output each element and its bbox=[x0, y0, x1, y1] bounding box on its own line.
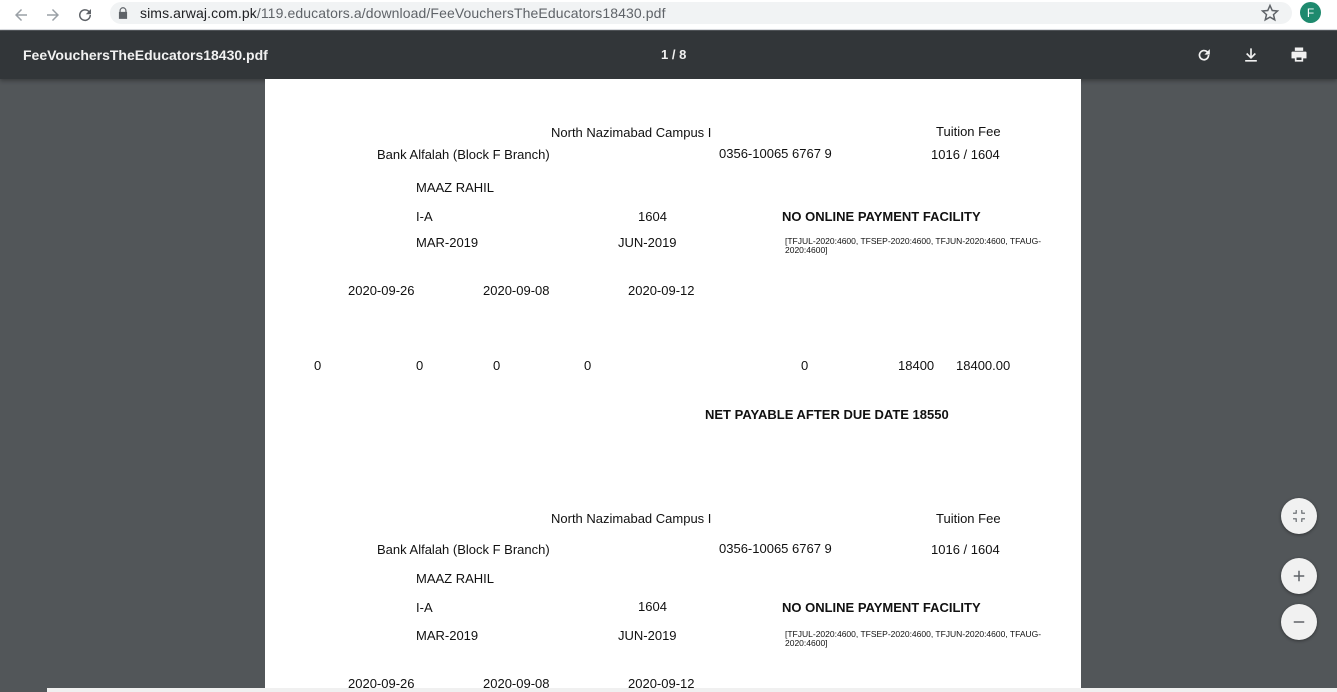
back-button[interactable] bbox=[9, 3, 33, 27]
student-id: 1604 bbox=[638, 209, 667, 224]
minus-icon bbox=[1293, 621, 1305, 623]
reload-button[interactable] bbox=[73, 3, 97, 27]
campus-name: North Nazimabad Campus I bbox=[551, 511, 712, 526]
voucher-ref: 1016 / 1604 bbox=[931, 147, 1000, 162]
print-icon bbox=[1291, 47, 1307, 62]
forward-button[interactable] bbox=[41, 3, 65, 27]
to-month: JUN-2019 bbox=[618, 628, 677, 643]
from-month: MAR-2019 bbox=[416, 235, 479, 250]
fee-type: Tuition Fee bbox=[936, 511, 1001, 526]
online-payment-notice: NO ONLINE PAYMENT FACILITY bbox=[782, 600, 981, 615]
student-name: MAAZ RAHIL bbox=[416, 180, 495, 195]
student-name: MAAZ RAHIL bbox=[416, 571, 495, 586]
download-icon bbox=[1245, 48, 1257, 62]
fee-detail: [TFJUL-2020:4600, TFSEP-2020:4600, TFJUN… bbox=[785, 629, 1042, 648]
pdf-toolbar: FeeVouchersTheEducators18430.pdf 1 / 8 bbox=[0, 31, 1337, 79]
campus-name: North Nazimabad Campus I bbox=[551, 125, 712, 140]
lock-icon bbox=[118, 7, 128, 19]
url-host: sims.arwaj.com.pk bbox=[140, 5, 257, 21]
amount-4: 0 bbox=[584, 358, 592, 373]
arrow-left-icon bbox=[15, 9, 27, 21]
amount-6: 18400 bbox=[898, 358, 935, 373]
fit-page-icon bbox=[1293, 510, 1305, 522]
amount-1: 0 bbox=[314, 358, 322, 373]
student-class: I-A bbox=[416, 600, 433, 615]
amount-2: 0 bbox=[416, 358, 424, 373]
net-payable: NET PAYABLE AFTER DUE DATE 18550 bbox=[705, 407, 949, 422]
student-class: I-A bbox=[416, 209, 433, 224]
horizontal-scrollbar[interactable] bbox=[47, 688, 1337, 692]
fee-detail: [TFJUL-2020:4600, TFSEP-2020:4600, TFJUN… bbox=[785, 236, 1042, 255]
print-button[interactable] bbox=[1288, 44, 1310, 66]
url-text[interactable]: sims.arwaj.com.pk/119.educators.a/downlo… bbox=[140, 5, 666, 21]
student-id: 1604 bbox=[638, 599, 667, 614]
profile-avatar[interactable]: F bbox=[1300, 2, 1321, 23]
plus-icon bbox=[1293, 570, 1305, 582]
zoom-in-button[interactable] bbox=[1281, 558, 1317, 594]
arrow-right-icon bbox=[47, 9, 59, 21]
amount-3: 0 bbox=[493, 358, 501, 373]
pdf-page: North Nazimabad Campus I Tuition Fee Ban… bbox=[265, 79, 1081, 692]
fit-page-button[interactable] bbox=[1281, 498, 1317, 534]
page-indicator: 1 / 8 bbox=[661, 47, 687, 62]
browser-address-bar: sims.arwaj.com.pk/119.educators.a/downlo… bbox=[0, 0, 1337, 30]
online-payment-notice: NO ONLINE PAYMENT FACILITY bbox=[782, 209, 981, 224]
from-month: MAR-2019 bbox=[416, 628, 479, 643]
bank-name: Bank Alfalah (Block F Branch) bbox=[377, 542, 550, 557]
account-number: 0356-10065 6767 9 bbox=[719, 146, 832, 161]
reload-icon bbox=[79, 9, 92, 22]
to-month: JUN-2019 bbox=[618, 235, 677, 250]
pdf-filename: FeeVouchersTheEducators18430.pdf bbox=[23, 47, 268, 63]
account-number: 0356-10065 6767 9 bbox=[719, 541, 832, 556]
voucher-ref: 1016 / 1604 bbox=[931, 542, 1000, 557]
url-path: /119.educators.a/download/FeeVouchersThe… bbox=[256, 5, 666, 21]
rotate-button[interactable] bbox=[1193, 44, 1215, 66]
rotate-icon bbox=[1198, 49, 1210, 61]
issue-date: 2020-09-26 bbox=[348, 283, 415, 298]
bank-name: Bank Alfalah (Block F Branch) bbox=[377, 147, 550, 162]
amount-5: 0 bbox=[801, 358, 809, 373]
star-icon[interactable] bbox=[1260, 3, 1280, 23]
fee-type: Tuition Fee bbox=[936, 124, 1001, 139]
total-amount: 18400.00 bbox=[956, 358, 1011, 373]
zoom-out-button[interactable] bbox=[1281, 604, 1317, 640]
date-2: 2020-09-08 bbox=[483, 283, 550, 298]
date-3: 2020-09-12 bbox=[628, 283, 695, 298]
download-button[interactable] bbox=[1240, 44, 1262, 66]
